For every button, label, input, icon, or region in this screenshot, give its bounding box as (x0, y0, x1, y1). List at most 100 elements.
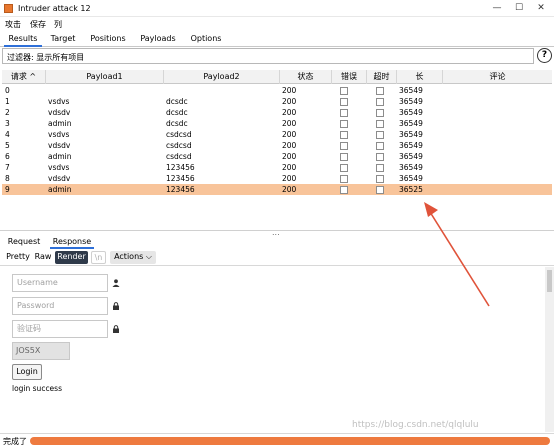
actions-dropdown[interactable]: Actions ⌵ (110, 251, 156, 264)
cell-length: 36549 (399, 119, 423, 128)
burp-app-icon (4, 4, 13, 13)
cell-length: 36549 (399, 108, 423, 117)
progress-fill (30, 437, 550, 445)
lock-icon (112, 325, 120, 335)
cell-req: 0 (5, 86, 10, 95)
cell-status: 200 (282, 185, 297, 194)
cell-p1: vsdvs (48, 97, 70, 106)
timeout-checkbox (376, 131, 384, 139)
table-row[interactable]: 0 200 36549 (2, 85, 552, 96)
password-field[interactable]: Password (12, 297, 108, 315)
cell-status: 200 (282, 97, 297, 106)
error-checkbox (340, 175, 348, 183)
table-row[interactable]: 6 admin csdcsd 200 36549 (2, 151, 552, 162)
cell-p2: 123456 (166, 174, 195, 183)
cell-status: 200 (282, 163, 297, 172)
status-text: 完成了 (3, 437, 27, 446)
table-row[interactable]: 7 vsdvs 123456 200 36549 (2, 162, 552, 173)
main-tabs: Results Target Positions Payloads Option… (0, 31, 554, 47)
timeout-checkbox (376, 164, 384, 172)
timeout-checkbox (376, 109, 384, 117)
watermark: https://blog.csdn.net/qlqlulu (352, 420, 479, 430)
cell-length: 36549 (399, 141, 423, 150)
timeout-checkbox (376, 98, 384, 106)
cell-req: 2 (5, 108, 10, 117)
table-row[interactable]: 2 vdsdv dcsdc 200 36549 (2, 107, 552, 118)
cell-req: 5 (5, 141, 10, 150)
login-button[interactable]: Login (12, 364, 42, 380)
tab-response[interactable]: Response (50, 236, 94, 249)
username-field[interactable]: Username (12, 274, 108, 292)
cell-req: 8 (5, 174, 10, 183)
cell-length: 36549 (399, 86, 423, 95)
cell-length: 36549 (399, 152, 423, 161)
cell-status: 200 (282, 152, 297, 161)
cell-req: 1 (5, 97, 10, 106)
error-checkbox (340, 120, 348, 128)
col-request[interactable]: 请求 ^ (2, 70, 46, 84)
table-row[interactable]: 4 vsdvs csdcsd 200 36549 (2, 129, 552, 140)
cell-p1: admin (48, 185, 72, 194)
col-length[interactable]: 长 (397, 70, 443, 84)
tab-options[interactable]: Options (186, 33, 226, 47)
table-row[interactable]: 8 vdsdv 123456 200 36549 (2, 173, 552, 184)
table-row[interactable]: 5 vdsdv csdcsd 200 36549 (2, 140, 552, 151)
col-timeout[interactable]: 超时 (367, 70, 397, 84)
error-checkbox (340, 87, 348, 95)
table-header: 请求 ^ Payload1 Payload2 状态 错误 超时 长 评论 (2, 70, 552, 84)
tab-target[interactable]: Target (46, 33, 80, 47)
title-bar: Intruder attack 12 — ☐ ✕ (0, 0, 554, 17)
tab-payloads[interactable]: Payloads (136, 33, 180, 47)
col-comment[interactable]: 评论 (443, 70, 552, 84)
table-row[interactable]: 1 vsdvs dcsdc 200 36549 (2, 96, 552, 107)
menu-save[interactable]: 保存 (30, 19, 46, 30)
menu-columns[interactable]: 列 (54, 19, 62, 30)
cell-p2: csdcsd (166, 130, 192, 139)
menu-bar: 攻击 保存 列 (0, 17, 554, 31)
login-message: login success (12, 384, 62, 393)
tab-positions[interactable]: Positions (86, 33, 130, 47)
error-checkbox (340, 164, 348, 172)
help-icon[interactable]: ? (537, 48, 552, 63)
captcha-image[interactable]: JOS5X (12, 342, 70, 360)
cell-p1: vdsdv (48, 141, 71, 150)
error-checkbox (340, 186, 348, 194)
error-checkbox (340, 131, 348, 139)
cell-req: 4 (5, 130, 10, 139)
timeout-checkbox (376, 142, 384, 150)
lock-icon (112, 302, 120, 312)
cell-status: 200 (282, 130, 297, 139)
col-payload1[interactable]: Payload1 (46, 70, 164, 84)
raw-button[interactable]: Raw (33, 251, 53, 264)
minimize-button[interactable]: — (486, 1, 508, 16)
pretty-button[interactable]: Pretty (4, 251, 32, 264)
tab-request[interactable]: Request (6, 236, 42, 249)
cell-req: 7 (5, 163, 10, 172)
scrollbar-thumb[interactable] (547, 270, 552, 292)
cell-length: 36549 (399, 130, 423, 139)
cell-req: 6 (5, 152, 10, 161)
menu-attack[interactable]: 攻击 (5, 19, 21, 30)
maximize-button[interactable]: ☐ (508, 1, 530, 16)
timeout-checkbox (376, 120, 384, 128)
col-status[interactable]: 状态 (280, 70, 332, 84)
close-button[interactable]: ✕ (530, 1, 552, 16)
captcha-field[interactable]: 验证码 (12, 320, 108, 338)
timeout-checkbox (376, 153, 384, 161)
error-checkbox (340, 153, 348, 161)
cell-length: 36549 (399, 163, 423, 172)
cell-status: 200 (282, 86, 297, 95)
cell-p1: vsdvs (48, 130, 70, 139)
cell-p1: admin (48, 152, 72, 161)
filter-bar[interactable]: 过滤器: 显示所有项目 (2, 48, 534, 64)
newline-toggle[interactable]: \n (91, 251, 106, 264)
cell-p2: dcsdc (166, 108, 188, 117)
error-checkbox (340, 98, 348, 106)
table-row[interactable]: 9 admin 123456 200 36525 (2, 184, 552, 195)
tab-results[interactable]: Results (4, 33, 42, 47)
col-error[interactable]: 错误 (332, 70, 367, 84)
render-button[interactable]: Render (55, 251, 88, 264)
table-row[interactable]: 3 admin dcsdc 200 36549 (2, 118, 552, 129)
cell-req: 9 (5, 185, 10, 194)
col-payload2[interactable]: Payload2 (164, 70, 280, 84)
